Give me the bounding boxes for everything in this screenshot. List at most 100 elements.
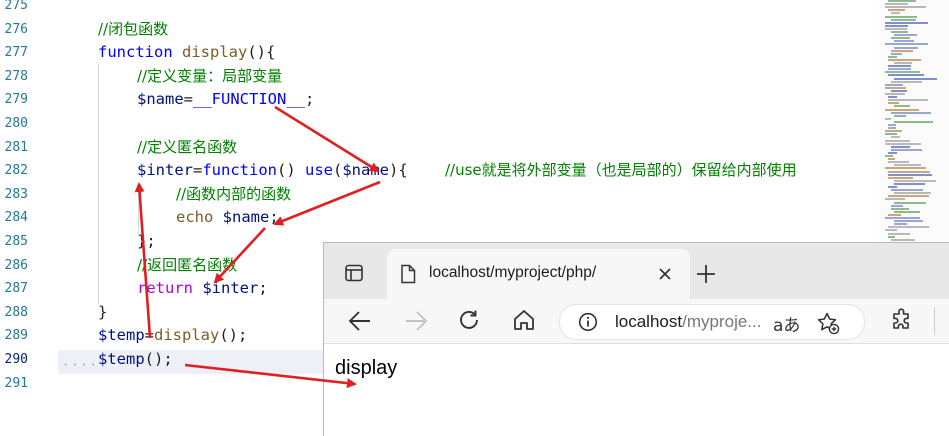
minimap-line: [894, 192, 931, 195]
close-icon[interactable]: [658, 267, 672, 286]
minimap-line: [891, 31, 908, 33]
code-line-281: //定义匿名函数: [137, 137, 238, 156]
minimap-line: [888, 195, 929, 198]
minimap-line: [885, 21, 928, 24]
browser-window[interactable]: localhost/myproject/php/ localhost/mypro…: [323, 242, 949, 436]
minimap-line: [894, 164, 921, 167]
code-line-286: //返回匿名函数: [137, 255, 238, 274]
minimap-line: [888, 226, 929, 229]
minimap-line: [888, 0, 916, 2]
minimap-line: [885, 86, 906, 89]
minimap-line: [894, 210, 920, 213]
page-content[interactable]: display: [324, 344, 949, 436]
code-line-279: $name=__FUNCTION__;: [137, 90, 315, 109]
new-tab-icon[interactable]: [696, 264, 716, 289]
tab-title: localhost/myproject/php/: [429, 264, 597, 281]
address-text[interactable]: localhost/myproje...: [615, 312, 761, 332]
minimap-line: [894, 114, 906, 117]
minimap-line: [885, 217, 920, 219]
minimap-line: [891, 204, 903, 207]
code-line-290: $temp();: [98, 350, 173, 368]
minimap-line: [888, 170, 930, 173]
minimap-line: [891, 80, 922, 83]
page-icon: [400, 264, 416, 289]
minimap-line: [888, 158, 895, 161]
address-bar[interactable]: localhost/myproje... aあ: [559, 304, 865, 340]
minimap-line: [885, 43, 928, 46]
minimap-line: [888, 176, 913, 179]
minimap-line: [885, 167, 926, 170]
code-line-278: //定义变量：局部变量: [137, 66, 283, 85]
minimap-line: [891, 145, 910, 148]
code-line-285: };: [137, 232, 156, 250]
code-line-289: $temp=display();: [98, 326, 248, 345]
minimap-line: [891, 37, 910, 40]
minimap-line: [888, 161, 909, 164]
minimap[interactable]: [879, 0, 949, 245]
minimap-line: [894, 62, 912, 64]
minimap-line: [888, 74, 924, 77]
code-line-287: return $inter;: [137, 279, 268, 298]
minimap-line: [894, 179, 936, 182]
minimap-line: [891, 18, 916, 21]
minimap-line: [894, 120, 933, 123]
minimap-line: [885, 24, 908, 27]
minimap-line: [891, 12, 900, 15]
refresh-icon[interactable]: [457, 308, 481, 337]
minimap-line: [891, 238, 915, 241]
tab-strip: localhost/myproject/php/: [324, 243, 949, 299]
minimap-line: [894, 105, 910, 108]
minimap-line: [885, 117, 891, 120]
minimap-line: [885, 229, 897, 232]
minimap-line: [894, 46, 918, 49]
minimap-line: [888, 65, 911, 68]
minimap-line: [885, 133, 897, 136]
minimap-line: [888, 235, 895, 238]
minimap-line: [888, 96, 897, 99]
minimap-line: [888, 151, 897, 154]
minimap-line: [885, 139, 910, 142]
minimap-line: [885, 3, 908, 6]
minimap-line: [888, 102, 899, 105]
code-line-282: $inter=function() use($name){: [137, 161, 408, 180]
minimap-line: [885, 83, 903, 86]
minimap-line: [888, 127, 896, 130]
code-line-276: //闭包函数: [98, 19, 169, 38]
minimap-line: [888, 232, 910, 235]
minimap-line: [885, 130, 902, 133]
minimap-line: [885, 93, 905, 95]
forward-icon[interactable]: [404, 310, 428, 337]
info-icon[interactable]: [578, 312, 598, 337]
tab-actions-icon[interactable]: [344, 263, 364, 288]
minimap-line: [885, 108, 919, 111]
read-aloud-icon[interactable]: aあ: [773, 311, 800, 336]
minimap-line: [888, 124, 896, 126]
browser-toolbar: localhost/myproje... aあ: [324, 299, 949, 344]
minimap-line: [894, 223, 907, 226]
code-line-288: }: [98, 302, 108, 321]
minimap-line: [894, 77, 937, 80]
minimap-line: [891, 111, 931, 114]
minimap-line: [894, 182, 925, 185]
minimap-line: [885, 198, 905, 201]
browser-tab[interactable]: localhost/myproject/php/: [387, 249, 690, 299]
extensions-icon[interactable]: [890, 308, 914, 337]
back-icon[interactable]: [348, 310, 372, 337]
minimap-line: [888, 173, 932, 176]
minimap-line: [885, 15, 917, 18]
code-line-283: //函数内部的函数: [176, 184, 292, 203]
minimap-line: [888, 55, 897, 58]
minimap-line: [888, 9, 905, 12]
add-favorite-icon[interactable]: [816, 311, 840, 340]
minimap-line: [891, 148, 922, 151]
minimap-line: [891, 207, 909, 210]
minimap-line: [888, 99, 928, 102]
code-line-284: echo $name;: [176, 208, 279, 227]
minimap-line: [885, 155, 893, 157]
minimap-line: [894, 201, 926, 204]
home-icon[interactable]: [512, 308, 536, 337]
toolbar-divider: [934, 307, 935, 335]
minimap-line: [885, 142, 921, 145]
minimap-line: [891, 189, 923, 192]
code-comment-use: //use就是将外部变量（也是局部的）保留给内部使用: [445, 161, 797, 180]
